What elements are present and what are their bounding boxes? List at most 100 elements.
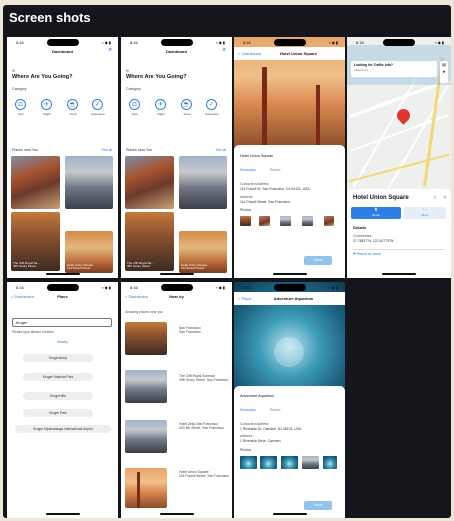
nearby-link[interactable]: Nearby <box>7 340 118 344</box>
photo-thumb[interactable] <box>240 216 251 226</box>
photo-thumb[interactable] <box>323 456 337 469</box>
search-result[interactable]: Kruger Park <box>23 409 93 417</box>
nearby-item-text[interactable]: San Francisco San Francisco <box>179 326 201 335</box>
adventure-category-icon[interactable]: ✓ <box>206 99 217 110</box>
back-button[interactable]: < Dashboard <box>11 294 34 299</box>
see-all-link[interactable]: See all <box>102 148 112 152</box>
screenshots-panel: Screen shots 8:16 ▪︎◆▮ Dashboard ⌕ Hi Wher… <box>3 5 451 518</box>
notch <box>160 39 193 46</box>
tab-review[interactable]: Review <box>270 408 280 412</box>
coords-value: 37.78837°N, 122.40773°W <box>353 239 394 243</box>
photo-thumb[interactable] <box>302 456 319 469</box>
tunnel-glow <box>274 337 304 367</box>
greeting-hi: Hi <box>12 69 16 73</box>
place-tile-4[interactable]: Hotel Union Square 114 Powell Street <box>65 231 113 273</box>
nav-title: Adventure Aquarium <box>273 296 314 301</box>
home-indicator <box>45 273 80 275</box>
nearby-item-image[interactable] <box>125 420 167 453</box>
report-issue-link[interactable]: ⚑ Report an issue <box>353 249 445 258</box>
places-label: Places near You <box>126 148 152 152</box>
more-button[interactable]: ··· More <box>404 207 446 219</box>
category-label: Category <box>12 87 27 91</box>
photo-thumb[interactable] <box>302 216 313 226</box>
travel-button[interactable]: Travel <box>304 501 332 510</box>
nearby-item-text[interactable]: Hotel Zeko San Francisco 420 4th Street, … <box>179 422 229 431</box>
photo-thumb[interactable] <box>324 216 334 226</box>
place-tile-4[interactable]: Hotel Union Square 114 Powell Street <box>179 231 227 273</box>
nearby-item-image[interactable] <box>125 370 167 403</box>
nav-title: Dashboard <box>166 49 187 54</box>
nav-bar: < Dashboard Near by <box>121 294 232 304</box>
search-icon[interactable]: ⌕ <box>223 47 226 54</box>
search-input[interactable]: Kruger <box>12 318 112 327</box>
status-bar: 8:16 ▪︎◆▮ <box>7 282 118 292</box>
nearby-item-address: 495 Geary Street, San Francisco <box>179 378 229 383</box>
search-result[interactable]: Krugerville <box>23 392 93 400</box>
status-icons: ▪︎◆▮ <box>102 40 112 45</box>
see-all-link[interactable]: See all <box>216 148 226 152</box>
food-category-icon[interactable]: ☕ <box>67 99 78 110</box>
flight-category-icon[interactable]: ✈ <box>155 99 166 110</box>
nearby-item-text[interactable]: The Clift Royal Sonesta 495 Geary Street,… <box>179 374 229 383</box>
route-button[interactable]: ⬆ Route <box>351 207 401 219</box>
page-title: Where Are You Going? <box>126 74 187 80</box>
tile-address: 495 Geary Street <box>13 264 36 269</box>
tile-address: 114 Powell Street <box>181 266 205 271</box>
status-icons: ▪︎◆▮ <box>435 40 445 45</box>
photo-thumb[interactable] <box>259 216 270 226</box>
photo-thumb[interactable] <box>281 456 298 469</box>
place-tile-3[interactable]: The Clift Royal Sa... 495 Geary Street <box>125 212 174 271</box>
gym-category-icon[interactable]: ⚖ <box>15 99 26 110</box>
tab-review[interactable]: Review <box>270 168 280 172</box>
gym-category-icon[interactable]: ⚖ <box>129 99 140 110</box>
back-button[interactable]: < Dashboard <box>125 294 148 299</box>
photo-thumb[interactable] <box>240 456 257 469</box>
nearby-item-address: San Francisco <box>179 330 201 335</box>
flight-category-icon[interactable]: ✈ <box>41 99 52 110</box>
search-icon[interactable]: ⌕ <box>109 47 112 54</box>
home-indicator <box>45 513 80 515</box>
photo-thumb[interactable] <box>260 456 277 469</box>
share-icon[interactable]: ⇪ <box>433 195 437 201</box>
close-icon[interactable]: ✕ <box>443 195 447 201</box>
tab-description[interactable]: Description <box>240 168 256 172</box>
status-time: 8:16 <box>243 40 251 45</box>
place-tile-1[interactable] <box>11 156 60 209</box>
traffic-sub: Search for <box>354 68 368 72</box>
search-hint: Please type atleast 3 letters <box>12 330 54 334</box>
back-button[interactable]: < Dashboard <box>238 51 261 56</box>
category-label-food: Food <box>183 112 191 116</box>
nav-title: Hotel Union Square <box>279 51 318 56</box>
back-button[interactable]: < Place <box>238 296 251 301</box>
status-bar: 8:16 ▪︎◆▮ <box>234 37 345 47</box>
locate-icon[interactable]: ➤ <box>440 68 448 75</box>
nearby-item-image[interactable] <box>125 322 167 355</box>
search-result[interactable]: Kruger National Park <box>23 373 93 381</box>
place-name: Adventure Aquarium <box>240 394 275 398</box>
map-road <box>382 75 451 199</box>
map-layers-icon[interactable]: ▤ <box>440 61 448 68</box>
hotel-detail-screen: 8:16 ▪︎◆▮ < Dashboard Hotel Union Square H… <box>234 37 345 278</box>
nav-title: Dashboard <box>52 49 73 54</box>
tab-description[interactable]: Description <box>240 408 256 412</box>
place-tile-1[interactable] <box>125 156 174 209</box>
place-tile-2[interactable] <box>179 156 227 209</box>
search-result[interactable]: Kruger Mpumalanga International Airport <box>15 425 111 433</box>
place-tile-3[interactable]: The Clift Royal Sa... 495 Geary Street <box>11 212 60 271</box>
nearby-item-text[interactable]: Hotel Union Square 114 Powell Street, San… <box>179 470 229 479</box>
adventure-category-icon[interactable]: ✓ <box>92 99 103 110</box>
photo-thumb[interactable] <box>280 216 291 226</box>
greeting-hi: Hi <box>126 69 130 73</box>
traffic-banner[interactable]: Looking for Traffic info? Search for <box>351 61 437 77</box>
map-controls[interactable]: ▤ ➤ <box>440 61 448 83</box>
food-category-icon[interactable]: ☕ <box>181 99 192 110</box>
contact-label: Contacted Address <box>240 422 269 426</box>
nav-title: Place <box>57 294 68 299</box>
search-result[interactable]: Krugersdorp <box>23 354 93 362</box>
detail-sheet: Adventure Aquarium Description Review Co… <box>234 386 345 518</box>
travel-button[interactable]: Travel <box>304 256 332 265</box>
place-tile-2[interactable] <box>65 156 113 209</box>
nearby-item-image[interactable] <box>125 468 167 508</box>
panel-title: Screen shots <box>9 10 91 25</box>
category-label-gym: Gym <box>131 112 139 116</box>
